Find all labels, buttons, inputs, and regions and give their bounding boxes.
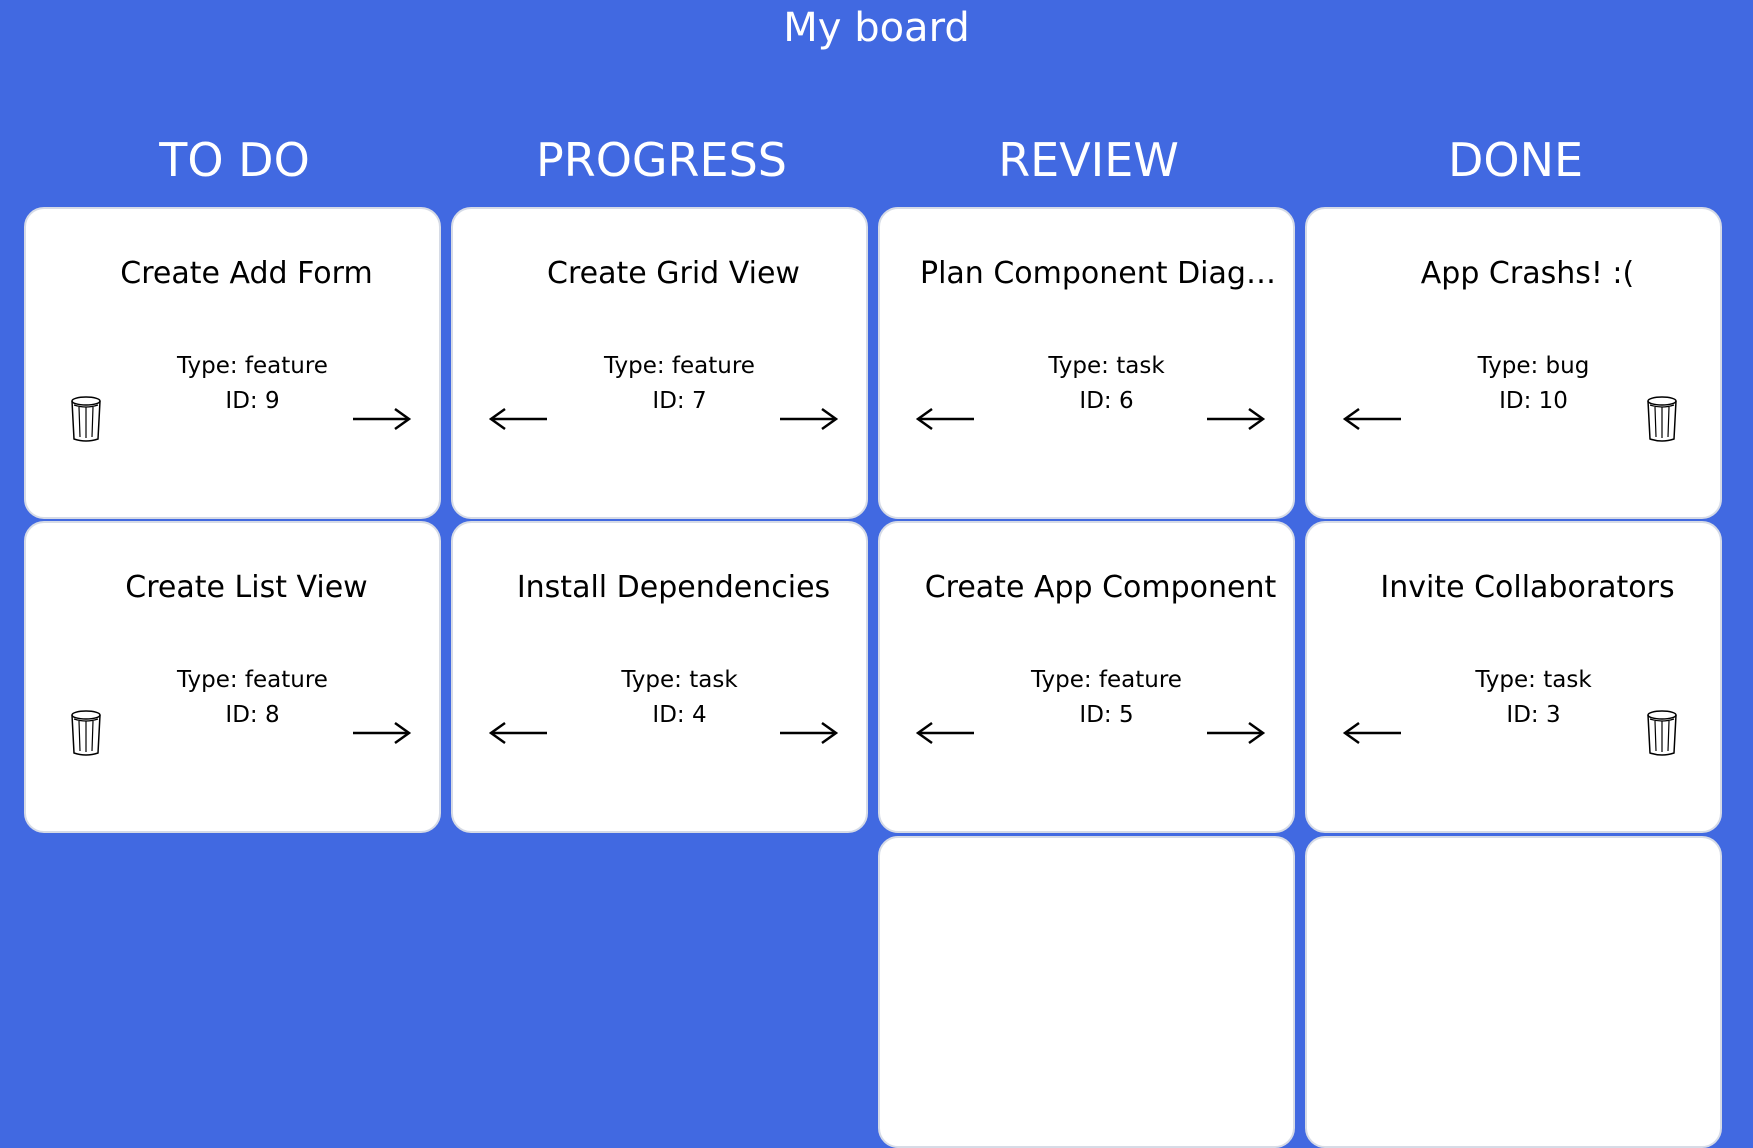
card-title: Create List View [125,570,368,605]
card-type: Type: feature [177,353,328,379]
task-card[interactable]: Install Dependencies Type: task ID: 4 [451,521,868,833]
task-card-partial[interactable] [878,836,1295,1148]
column-todo: TO DO Create Add Form Type: feature ID: … [24,0,445,877]
arrow-right-icon[interactable] [778,405,840,433]
arrow-right-icon[interactable] [778,719,840,747]
task-card-partial[interactable] [1305,836,1722,1148]
arrow-left-icon[interactable] [914,405,976,433]
task-card[interactable]: Invite Collaborators Type: task ID: 3 [1305,521,1722,833]
task-card[interactable]: Create List View Type: feature ID: 8 [24,521,441,833]
card-title: Create App Component [924,570,1277,605]
card-title: Plan Component Diagr... [920,256,1281,291]
card-type: Type: task [1048,353,1165,379]
arrow-left-icon[interactable] [914,719,976,747]
trash-icon[interactable] [1646,395,1678,443]
card-title: App Crashs! :( [1420,256,1635,291]
column-title: REVIEW [998,133,1179,187]
card-type: Type: bug [1477,353,1590,379]
column-title: PROGRESS [536,133,787,187]
card-type: Type: task [1475,667,1592,693]
arrow-right-icon[interactable] [1205,405,1267,433]
arrow-left-icon[interactable] [1341,405,1403,433]
card-title: Install Dependencies [516,570,831,605]
column-title: TO DO [159,133,310,187]
card-title: Create Grid View [547,256,800,291]
arrow-right-icon[interactable] [1205,719,1267,747]
trash-icon[interactable] [70,395,102,443]
task-card[interactable]: Create Add Form Type: feature ID: 9 [24,207,441,519]
trash-icon[interactable] [1646,709,1678,757]
column-title: DONE [1447,133,1584,187]
card-type: Type: feature [1031,667,1182,693]
arrow-left-icon[interactable] [1341,719,1403,747]
arrow-left-icon[interactable] [487,719,549,747]
card-type: Type: task [621,667,738,693]
card-type: Type: feature [177,667,328,693]
task-card[interactable]: App Crashs! :( Type: bug ID: 10 [1305,207,1722,519]
arrow-right-icon[interactable] [351,405,413,433]
card-title: Invite Collaborators [1380,570,1675,605]
task-card[interactable]: Plan Component Diagr... Type: task ID: 6 [878,207,1295,519]
column-progress: PROGRESS Create Grid View Type: feature … [451,0,872,877]
task-card[interactable]: Create Grid View Type: feature ID: 7 [451,207,868,519]
task-card[interactable]: Create App Component Type: feature ID: 5 [878,521,1295,833]
arrow-left-icon[interactable] [487,405,549,433]
trash-icon[interactable] [70,709,102,757]
card-title: Create Add Form [120,256,373,291]
board-columns: TO DO Create Add Form Type: feature ID: … [24,0,1729,1148]
column-done: DONE App Crashs! :( Type: bug ID: 10 Inv… [1305,0,1726,1148]
column-review: REVIEW Plan Component Diagr... Type: tas… [878,0,1299,1148]
arrow-right-icon[interactable] [351,719,413,747]
card-type: Type: feature [604,353,755,379]
